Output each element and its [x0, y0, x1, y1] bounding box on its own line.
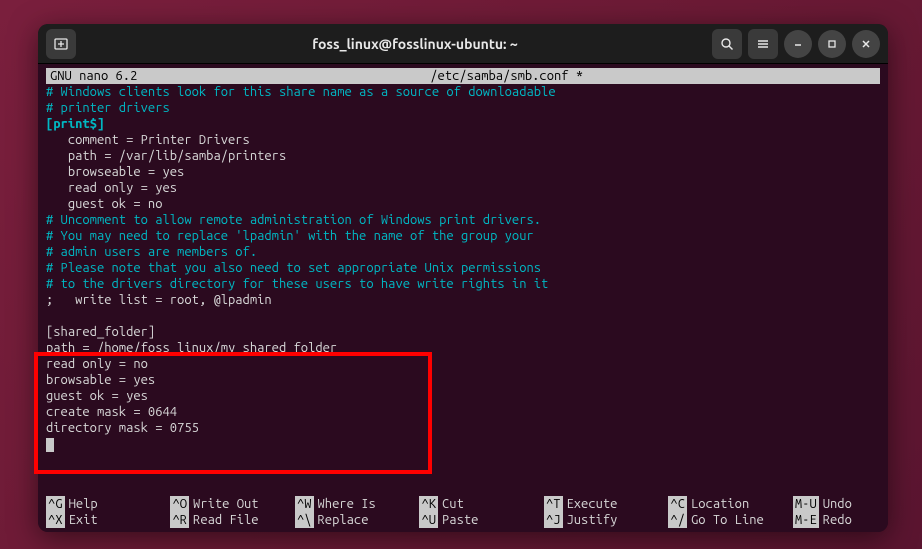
shortcut-cut: ^KCut — [419, 496, 543, 512]
editor-line: # You may need to replace 'lpadmin' with… — [46, 228, 880, 244]
editor-line: browseable = yes — [46, 164, 880, 180]
maximize-button[interactable] — [818, 30, 846, 58]
nano-header: GNU nano 6.2 /etc/samba/smb.conf * — [46, 68, 880, 84]
text-cursor — [46, 438, 54, 452]
editor-line: # Uncomment to allow remote administrati… — [46, 212, 880, 228]
close-button[interactable] — [852, 30, 880, 58]
shortcut-execute: ^TExecute — [544, 496, 668, 512]
editor-line: # Please note that you also need to set … — [46, 260, 880, 276]
titlebar: foss_linux@fosslinux-ubuntu: ~ — [38, 24, 888, 64]
shortcut-gotoline: ^/Go To Line — [668, 512, 792, 528]
shortcut-exit: ^XExit — [46, 512, 170, 528]
window-title: foss_linux@fosslinux-ubuntu: ~ — [124, 36, 706, 52]
editor-line: # printer drivers — [46, 100, 880, 116]
editor-line: # to the drivers directory for these use… — [46, 276, 880, 292]
shortcut-readfile: ^RRead File — [170, 512, 294, 528]
menu-button[interactable] — [748, 29, 778, 59]
editor-cursor-line — [46, 436, 880, 452]
editor-line: directory mask = 0755 — [46, 420, 880, 436]
editor-line: # Windows clients look for this share na… — [46, 84, 880, 100]
shortcut-replace: ^\Replace — [295, 512, 419, 528]
nano-footer: ^GHelp ^OWrite Out ^WWhere Is ^KCut ^TEx… — [46, 496, 880, 528]
search-button[interactable] — [712, 29, 742, 59]
editor-line: comment = Printer Drivers — [46, 132, 880, 148]
shortcut-help: ^GHelp — [46, 496, 170, 512]
shortcut-writeout: ^OWrite Out — [170, 496, 294, 512]
editor-line: guest ok = yes — [46, 388, 880, 404]
editor-line: browsable = yes — [46, 372, 880, 388]
nano-app-name: GNU nano 6.2 — [50, 68, 137, 84]
shortcut-justify: ^JJustify — [544, 512, 668, 528]
terminal-body[interactable]: GNU nano 6.2 /etc/samba/smb.conf * # Win… — [38, 64, 888, 532]
shortcut-whereis: ^WWhere Is — [295, 496, 419, 512]
editor-line — [46, 308, 880, 324]
shortcut-paste: ^UPaste — [419, 512, 543, 528]
shortcut-location: ^CLocation — [668, 496, 792, 512]
editor-line: read only = no — [46, 356, 880, 372]
editor-line: guest ok = no — [46, 196, 880, 212]
editor-line: ; write list = root, @lpadmin — [46, 292, 880, 308]
new-tab-button[interactable] — [46, 29, 76, 59]
minimize-button[interactable] — [784, 30, 812, 58]
editor-line: read only = yes — [46, 180, 880, 196]
editor-line: # admin users are members of. — [46, 244, 880, 260]
editor-line: path = /var/lib/samba/printers — [46, 148, 880, 164]
editor-line: path = /home/foss_linux/my_shared_folder — [46, 340, 880, 356]
terminal-window: foss_linux@fosslinux-ubuntu: ~ GNU nano … — [38, 24, 888, 532]
editor-line: [print$] — [46, 116, 880, 132]
shortcut-redo: M-ERedo — [793, 512, 880, 528]
editor-line: create mask = 0644 — [46, 404, 880, 420]
shortcut-undo: M-UUndo — [793, 496, 880, 512]
editor-line: [shared_folder] — [46, 324, 880, 340]
nano-file-name: /etc/samba/smb.conf * — [137, 68, 876, 84]
